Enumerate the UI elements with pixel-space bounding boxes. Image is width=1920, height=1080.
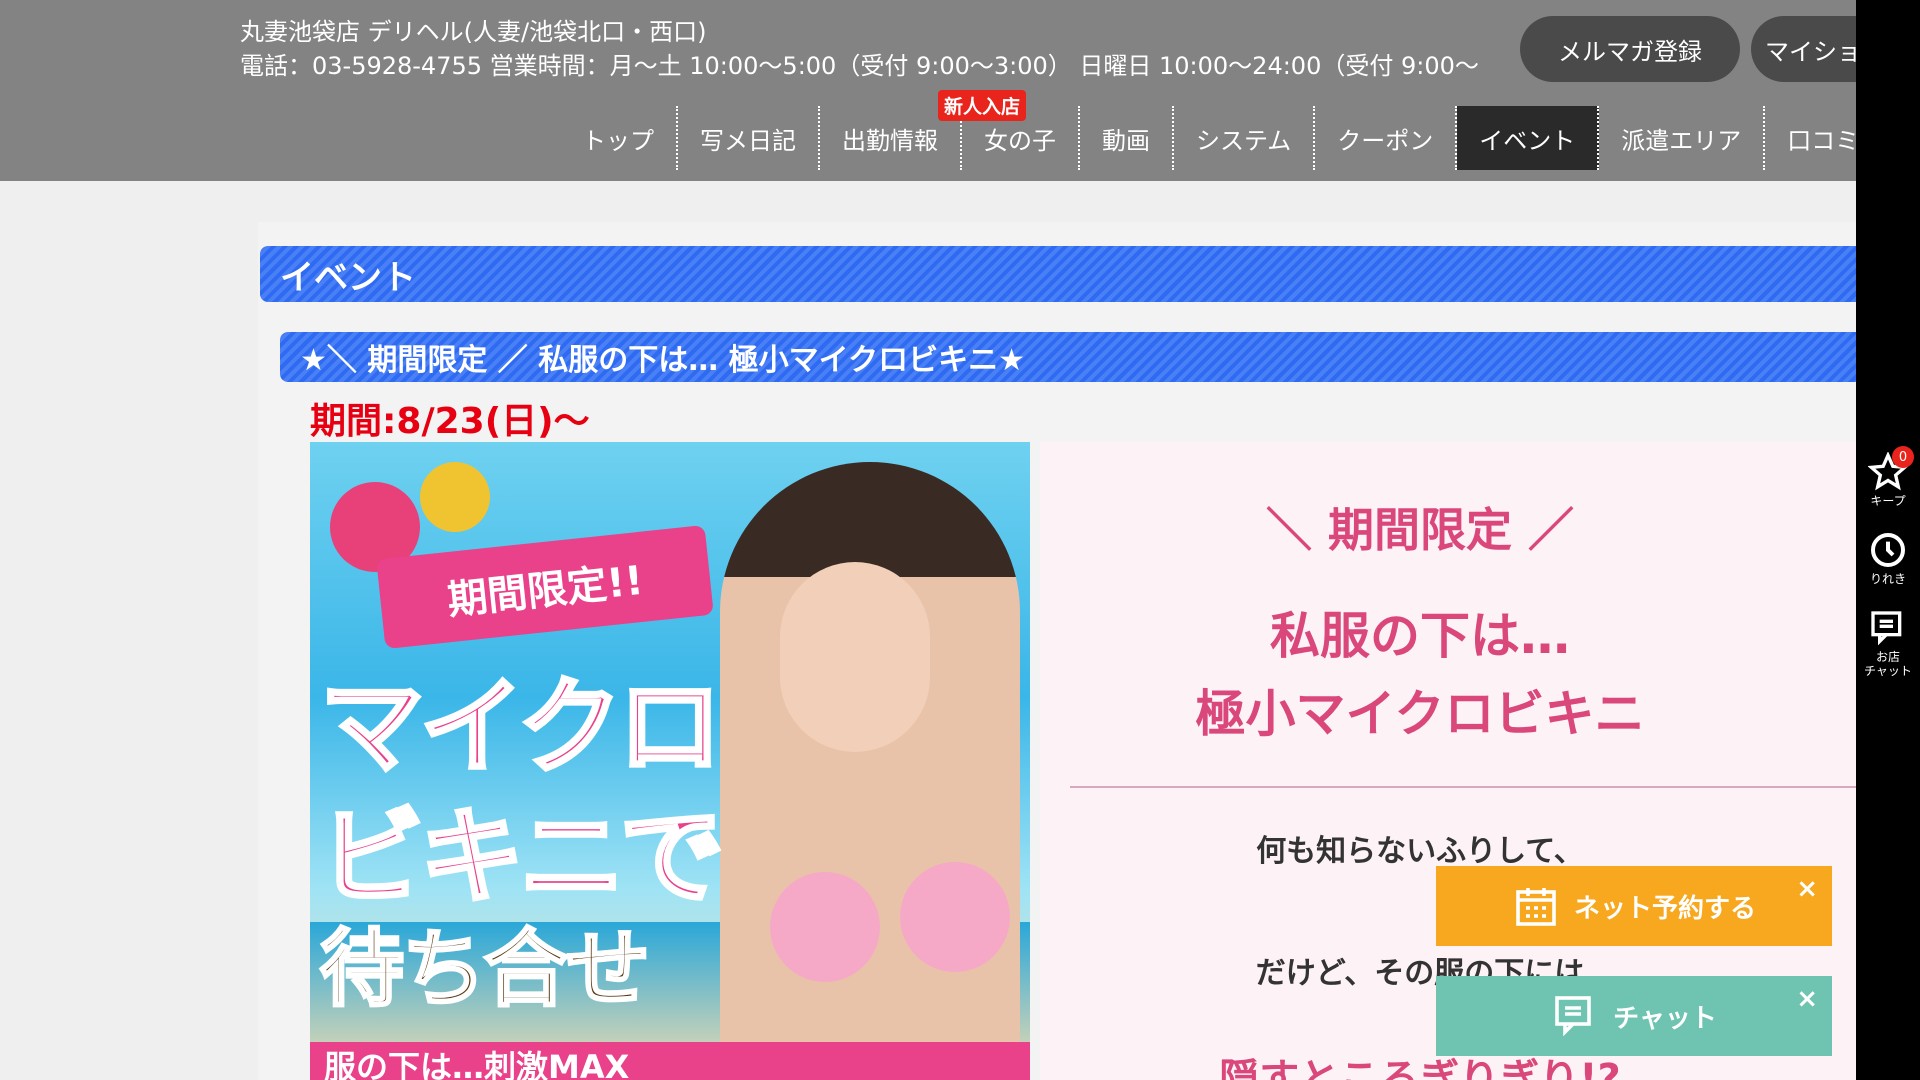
shop-chat-button[interactable]: お店 チャット xyxy=(1856,608,1920,678)
banner-ribbon: 期間限定!! xyxy=(376,524,714,650)
nav-video[interactable]: 動画 xyxy=(1080,106,1174,170)
info-line-2: 私服の下は… xyxy=(1270,607,1570,665)
chat-label: チャット xyxy=(1613,1003,1717,1034)
history-button[interactable]: りれき xyxy=(1856,530,1920,586)
chat-icon xyxy=(1871,611,1902,646)
side-toolbar: 0 キープ りれき お店 チャット xyxy=(1856,0,1920,1080)
new-arrival-badge: 新人入店 xyxy=(938,90,1027,121)
banner-bottom-text: 服の下は…刺激MAX xyxy=(310,1042,1030,1080)
mailmag-button[interactable]: メルマガ登録 xyxy=(1520,16,1740,82)
info-paragraph-1: 何も知らないふりして、 xyxy=(1256,834,1584,869)
site-header: 丸妻池袋店 デリヘル(人妻/池袋北口・西口) 電話：03-5928-4755 営… xyxy=(0,0,1911,181)
info-divider xyxy=(1070,786,1856,788)
nav-area[interactable]: 派遣エリア xyxy=(1599,106,1766,170)
event-period: 期間:8/23(日)〜 xyxy=(310,401,590,442)
nav-coupon[interactable]: クーポン xyxy=(1315,106,1458,170)
info-line-1: ＼ 期間限定 ／ xyxy=(1265,503,1575,557)
net-reserve-button[interactable]: ネット予約する × xyxy=(1436,866,1832,946)
keep-label: キープ xyxy=(1870,494,1906,508)
shop-chat-label: お店 チャット xyxy=(1864,650,1912,678)
shop-info: 電話：03-5928-4755 営業時間：月〜土 10:00〜5:00（受付 9… xyxy=(240,52,1479,80)
banner-model-face xyxy=(780,562,930,752)
global-nav: トップ 写メ日記 出勤情報 女の子 動画 システム クーポン イベント 派遣エリ… xyxy=(560,106,1881,170)
history-label: りれき xyxy=(1869,572,1906,586)
keep-count-badge: 0 xyxy=(1892,446,1914,468)
shop-name[interactable]: 丸妻池袋店 デリヘル(人妻/池袋北口・西口) xyxy=(240,12,706,47)
event-banner-image[interactable]: 期間限定!! マイクロ ビキニで 待ち合せ 服の下は…刺激MAX xyxy=(310,442,1030,1080)
nav-event[interactable]: イベント xyxy=(1457,106,1600,170)
nav-system[interactable]: システム xyxy=(1174,106,1316,170)
chat-icon xyxy=(1555,996,1591,1037)
history-icon xyxy=(1871,533,1905,567)
close-icon[interactable]: × xyxy=(1796,984,1818,1014)
calendar-icon xyxy=(1516,888,1556,926)
net-reserve-label: ネット予約する xyxy=(1573,893,1756,924)
info-line-3: 極小マイクロビキニ xyxy=(1195,685,1645,743)
banner-headline-2: ビキニで xyxy=(318,794,726,920)
banner-headline-1: マイクロ xyxy=(318,664,724,790)
banner-bikini xyxy=(770,872,880,982)
nav-photo-diary[interactable]: 写メ日記 xyxy=(678,106,820,170)
nav-top[interactable]: トップ xyxy=(560,106,678,170)
banner-model xyxy=(720,462,1020,1080)
keep-button[interactable]: 0 キープ xyxy=(1856,446,1920,508)
section-title: イベント xyxy=(260,246,1856,302)
chat-button[interactable]: チャット × xyxy=(1436,976,1832,1056)
event-title: ★＼ 期間限定 ／ 私服の下は… 極小マイクロビキニ★ xyxy=(280,332,1856,382)
banner-bikini xyxy=(900,862,1010,972)
hibiscus-icon xyxy=(420,462,490,532)
banner-headline-3: 待ち合せ xyxy=(318,919,651,1020)
close-icon[interactable]: × xyxy=(1796,874,1818,904)
